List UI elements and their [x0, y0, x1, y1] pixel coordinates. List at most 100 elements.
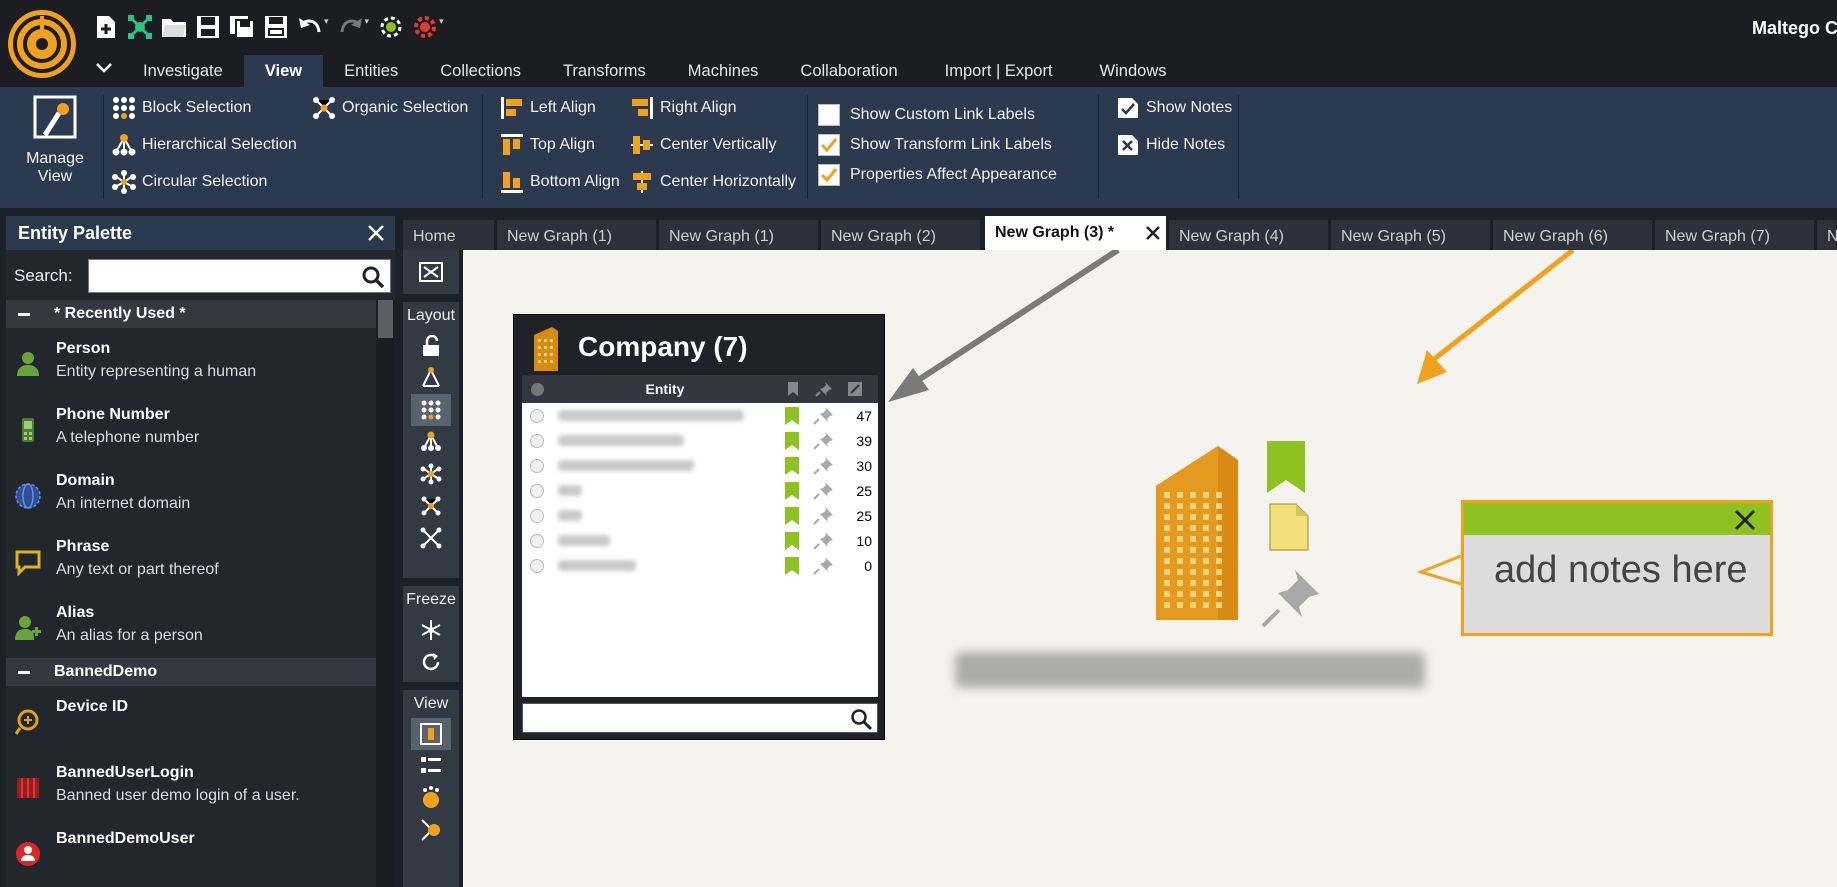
search-icon[interactable] — [849, 707, 873, 731]
tab-machines[interactable]: Machines — [667, 55, 780, 87]
column-entity[interactable]: Entity — [552, 381, 778, 397]
transform-manager-dropdown-icon[interactable]: ▾ — [439, 16, 444, 27]
list-item[interactable]: Domain An internet domain — [6, 460, 376, 526]
company-entity-icon[interactable] — [1148, 446, 1248, 622]
bookmark-green-icon[interactable] — [784, 556, 800, 576]
scrollbar-thumb[interactable] — [378, 300, 393, 338]
transform-hub-icon[interactable] — [377, 13, 405, 41]
note-icon[interactable] — [1269, 503, 1309, 551]
interactive-organic-icon[interactable] — [411, 362, 451, 394]
block-selection-button[interactable]: Block Selection — [112, 94, 251, 122]
pin-icon[interactable] — [812, 506, 834, 526]
maltego-logo-icon[interactable] — [6, 8, 78, 80]
tab-home[interactable]: Home — [403, 220, 495, 250]
row-select-radio[interactable] — [530, 434, 544, 448]
table-row[interactable]: 39 — [522, 428, 878, 453]
pin-icon[interactable] — [812, 431, 834, 451]
new-graph-icon[interactable] — [92, 13, 120, 41]
list-item[interactable]: Phrase Any text or part thereof — [6, 526, 376, 592]
tab-overflow[interactable]: N — [1817, 220, 1837, 250]
center-horizontally-button[interactable]: Center Horizontally — [630, 168, 796, 196]
show-custom-link-labels-checkbox[interactable]: Show Custom Link Labels — [818, 101, 1035, 129]
list-item[interactable]: BannedUserLogin Banned user demo login o… — [6, 752, 376, 818]
tab-new-graph-5[interactable]: New Graph (5) — [1331, 220, 1491, 250]
tab-new-graph-1b[interactable]: New Graph (1) — [659, 220, 819, 250]
unlock-layout-icon[interactable] — [411, 330, 451, 362]
interactive-layout-icon[interactable] — [411, 522, 451, 554]
bubble-view-icon[interactable] — [411, 782, 451, 814]
list-item[interactable]: Person Entity representing a human — [6, 328, 376, 394]
tab-collections[interactable]: Collections — [419, 55, 542, 87]
transform-manager-icon[interactable] — [411, 13, 439, 41]
count-column-icon[interactable] — [840, 381, 870, 397]
pin-column-icon[interactable] — [808, 381, 840, 397]
save-icon[interactable] — [194, 13, 222, 41]
tab-transforms[interactable]: Transforms — [542, 55, 667, 87]
hierarchical-layout-icon[interactable] — [411, 426, 451, 458]
organic-selection-button[interactable]: Organic Selection — [312, 94, 468, 122]
pin-icon[interactable] — [812, 556, 834, 576]
center-vertically-button[interactable]: Center Vertically — [630, 131, 777, 159]
hierarchical-selection-button[interactable]: Hierarchical Selection — [112, 131, 297, 159]
new-machine-icon[interactable] — [126, 13, 154, 41]
tab-new-graph-6[interactable]: New Graph (6) — [1493, 220, 1653, 250]
tab-view[interactable]: View — [243, 55, 324, 87]
undo-icon[interactable] — [296, 13, 324, 41]
zoom-to-fit-icon[interactable] — [411, 256, 451, 288]
close-icon[interactable] — [365, 222, 387, 244]
row-select-radio[interactable] — [530, 534, 544, 548]
redo-dropdown-icon[interactable]: ▾ — [365, 16, 370, 27]
properties-affect-appearance-checkbox[interactable]: Properties Affect Appearance — [818, 161, 1057, 189]
right-align-button[interactable]: Right Align — [630, 94, 737, 122]
close-icon[interactable] — [1143, 223, 1163, 243]
search-icon[interactable] — [360, 264, 386, 290]
tab-investigate[interactable]: Investigate — [122, 55, 244, 87]
circular-selection-button[interactable]: Circular Selection — [112, 168, 267, 196]
bookmark-green-icon[interactable] — [784, 506, 800, 526]
bookmark-green-icon[interactable] — [784, 531, 800, 551]
table-row[interactable]: 47 — [522, 403, 878, 428]
table-row[interactable]: 30 — [522, 453, 878, 478]
show-notes-button[interactable]: Show Notes — [1116, 94, 1232, 122]
bookmark-green-icon[interactable] — [784, 431, 800, 451]
undo-dropdown-icon[interactable]: ▾ — [324, 16, 329, 27]
pin-icon[interactable] — [1261, 568, 1321, 628]
tab-new-graph-4[interactable]: New Graph (4) — [1169, 220, 1329, 250]
close-icon[interactable] — [1732, 507, 1758, 533]
hide-notes-button[interactable]: Hide Notes — [1116, 131, 1225, 159]
section-recently-used[interactable]: * Recently Used * — [6, 300, 376, 328]
main-view-icon[interactable] — [411, 718, 451, 750]
bottom-align-button[interactable]: Bottom Align — [500, 168, 620, 196]
section-banned-demo[interactable]: BannedDemo — [6, 658, 376, 686]
save-all-icon[interactable] — [228, 13, 256, 41]
table-row[interactable]: 0 — [522, 553, 878, 578]
manage-view-button[interactable]: Manage View — [16, 95, 94, 199]
tab-windows[interactable]: Windows — [1079, 55, 1188, 87]
tab-new-graph-2[interactable]: New Graph (2) — [821, 220, 981, 250]
tab-import-export[interactable]: Import | Export — [919, 55, 1079, 87]
pin-icon[interactable] — [812, 481, 834, 501]
list-item[interactable]: Phone Number A telephone number — [6, 394, 376, 460]
list-view-icon[interactable] — [411, 750, 451, 782]
pin-icon[interactable] — [812, 456, 834, 476]
list-item[interactable]: Alias An alias for a person — [6, 592, 376, 658]
tab-collaboration[interactable]: Collaboration — [779, 55, 918, 87]
pin-icon[interactable] — [812, 406, 834, 426]
list-item[interactable]: Device ID — [6, 686, 376, 752]
save-as-icon[interactable] — [262, 13, 290, 41]
tab-new-graph-1[interactable]: New Graph (1) — [497, 220, 657, 250]
row-select-radio[interactable] — [530, 409, 544, 423]
redo-icon[interactable] — [337, 13, 365, 41]
top-align-button[interactable]: Top Align — [500, 131, 595, 159]
select-all-radio[interactable] — [522, 382, 552, 396]
organic-layout-icon[interactable] — [411, 490, 451, 522]
left-align-button[interactable]: Left Align — [500, 94, 596, 122]
entity-note[interactable]: add notes here — [1461, 500, 1773, 636]
table-row[interactable]: 25 — [522, 478, 878, 503]
table-row[interactable]: 10 — [522, 528, 878, 553]
tab-entities[interactable]: Entities — [323, 55, 419, 87]
freeze-icon[interactable] — [411, 614, 451, 646]
list-item[interactable]: BannedDemoUser — [6, 818, 376, 884]
table-row[interactable]: 25 — [522, 503, 878, 528]
show-transform-link-labels-checkbox[interactable]: Show Transform Link Labels — [818, 131, 1052, 159]
